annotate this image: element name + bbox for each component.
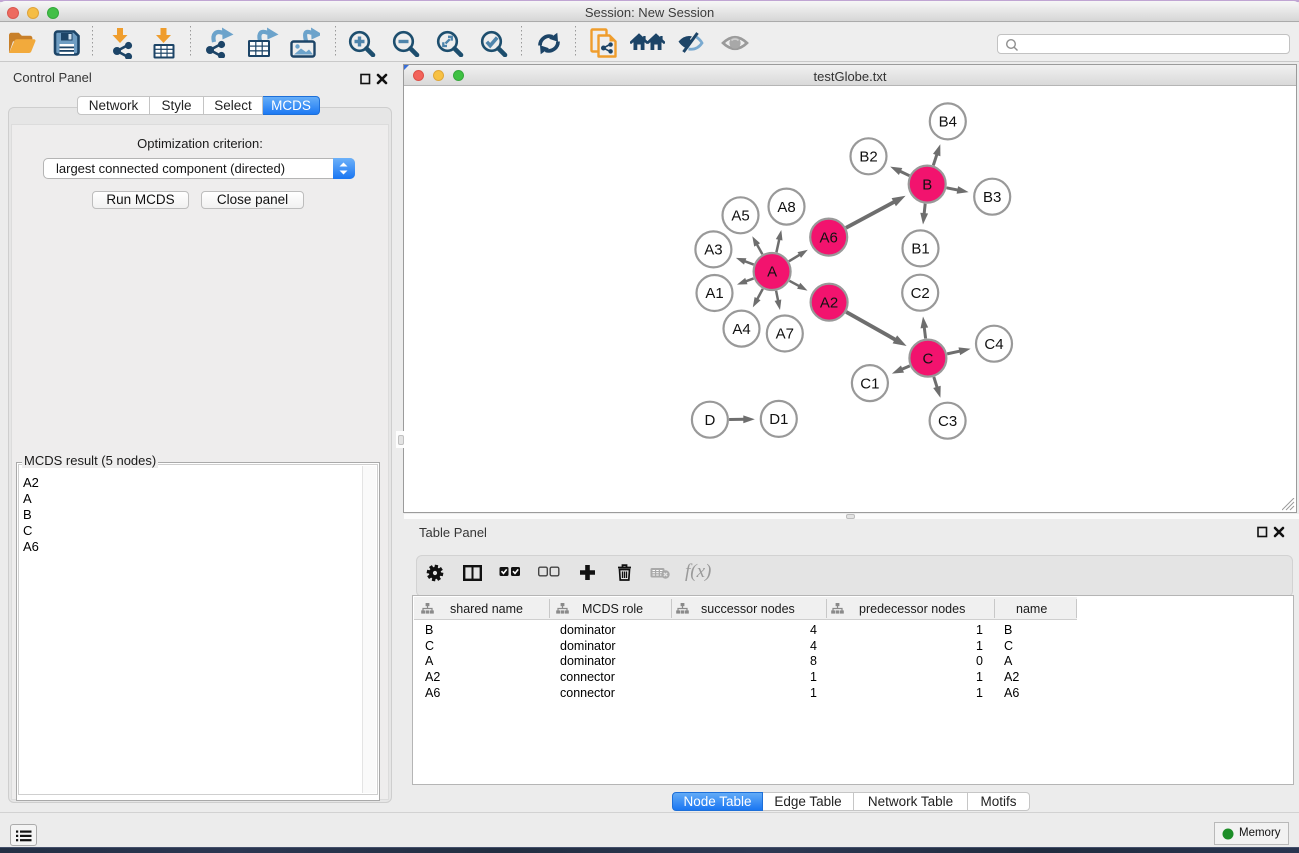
svg-text:D1: D1 (769, 411, 788, 428)
svg-text:A1: A1 (705, 285, 723, 302)
svg-text:B2: B2 (859, 149, 877, 166)
svg-text:A4: A4 (732, 321, 750, 338)
svg-text:A6: A6 (820, 229, 838, 246)
svg-text:C4: C4 (984, 336, 1003, 353)
svg-text:A2: A2 (820, 294, 838, 311)
svg-text:A5: A5 (731, 208, 749, 225)
svg-text:B1: B1 (911, 241, 929, 258)
svg-text:B3: B3 (983, 189, 1001, 206)
svg-text:B4: B4 (939, 114, 957, 131)
svg-text:A3: A3 (704, 242, 722, 259)
svg-text:C1: C1 (860, 375, 879, 392)
svg-text:C3: C3 (938, 413, 957, 430)
svg-text:B: B (922, 176, 932, 193)
svg-text:D: D (704, 412, 715, 429)
svg-text:A: A (767, 264, 777, 281)
svg-text:C2: C2 (911, 285, 930, 302)
svg-text:A8: A8 (777, 199, 795, 216)
svg-text:A7: A7 (776, 326, 794, 343)
svg-text:C: C (922, 350, 933, 367)
